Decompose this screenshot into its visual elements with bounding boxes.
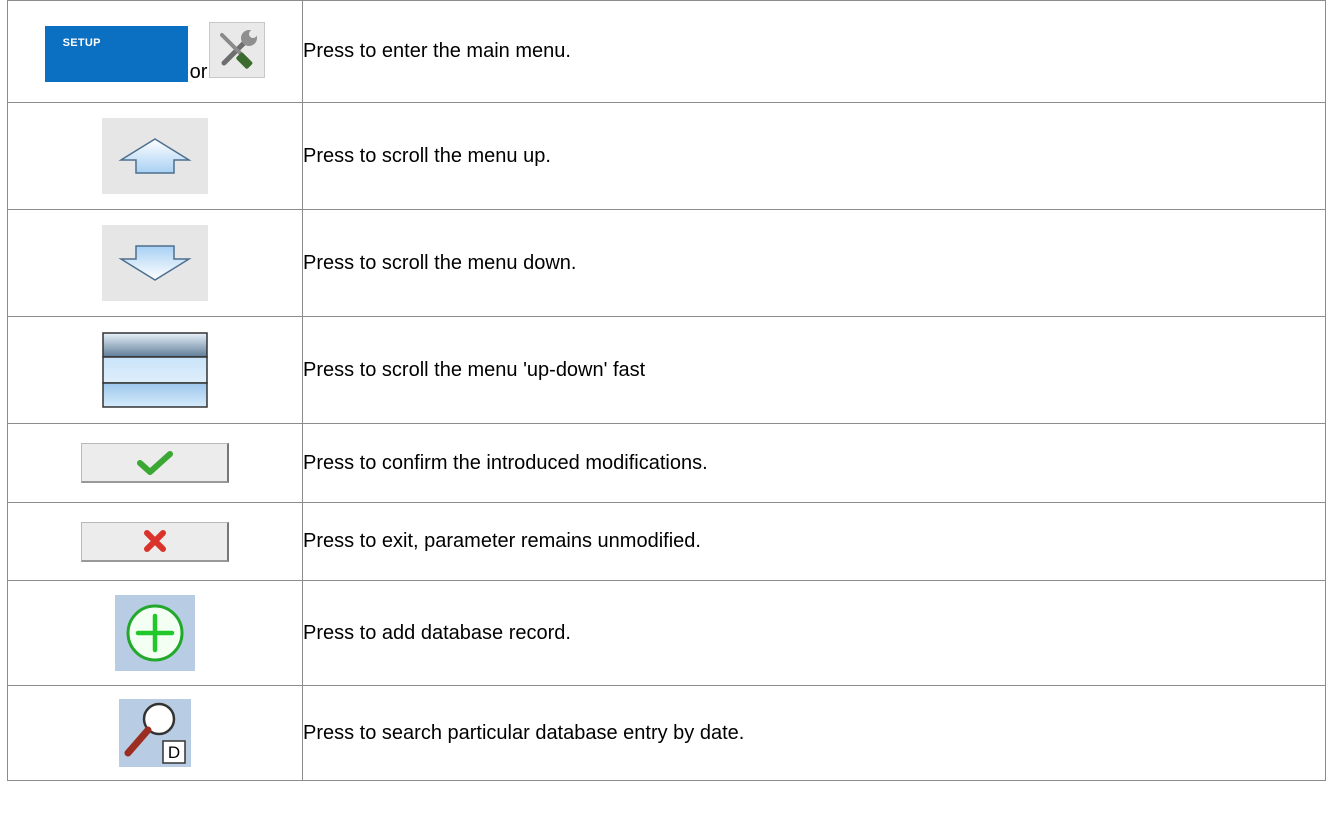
arrow-up-icon[interactable] — [102, 118, 208, 194]
description-text: Press to add database record. — [302, 580, 1326, 686]
table-row: Press to add database record. — [7, 580, 1326, 686]
table-row: SETUP or Press to enter the main menu. — [7, 0, 1326, 103]
description-text: Press to scroll the menu 'up-down' fast — [302, 316, 1326, 424]
icon-cell — [7, 316, 303, 424]
setup-button[interactable]: SETUP — [44, 25, 188, 82]
description-text: Press to scroll the menu up. — [302, 102, 1326, 210]
icon-cell — [7, 209, 303, 317]
description-text: Press to search particular database entr… — [302, 685, 1326, 781]
icon-cell: D — [7, 685, 303, 781]
add-circle-icon — [126, 604, 184, 662]
description-text: Press to enter the main menu. — [302, 0, 1326, 103]
icon-cell — [7, 502, 303, 581]
table-row: Press to confirm the introduced modifica… — [7, 423, 1326, 503]
table-row: Press to exit, parameter remains unmodif… — [7, 502, 1326, 581]
key-description-table: SETUP or Press to enter the main menu. P… — [7, 0, 1326, 781]
table-row: Press to scroll the menu up. — [7, 102, 1326, 210]
arrow-down-icon[interactable] — [102, 225, 208, 301]
icon-cell: SETUP or — [7, 0, 303, 103]
description-text: Press to scroll the menu down. — [302, 209, 1326, 317]
date-letter-label: D — [168, 743, 180, 762]
icon-cell — [7, 423, 303, 503]
description-text: Press to exit, parameter remains unmodif… — [302, 502, 1326, 581]
green-checkmark-icon — [136, 450, 173, 475]
add-record-button[interactable] — [115, 595, 195, 671]
cancel-button[interactable] — [81, 521, 229, 562]
fast-scroll-bar-icon[interactable] — [102, 332, 208, 408]
icon-cell — [7, 102, 303, 210]
wrench-screwdriver-icon[interactable] — [209, 21, 266, 78]
table-row: Press to scroll the menu 'up-down' fast — [7, 316, 1326, 424]
table-row: D Press to search particular database en… — [7, 685, 1326, 781]
icon-cell — [7, 580, 303, 686]
confirm-button[interactable] — [81, 443, 229, 483]
table-row: Press to scroll the menu down. — [7, 209, 1326, 317]
description-text: Press to confirm the introduced modifica… — [302, 423, 1326, 503]
red-x-icon — [143, 530, 166, 552]
or-text: or — [189, 60, 208, 83]
magnifier-date-icon[interactable]: D — [119, 699, 191, 767]
